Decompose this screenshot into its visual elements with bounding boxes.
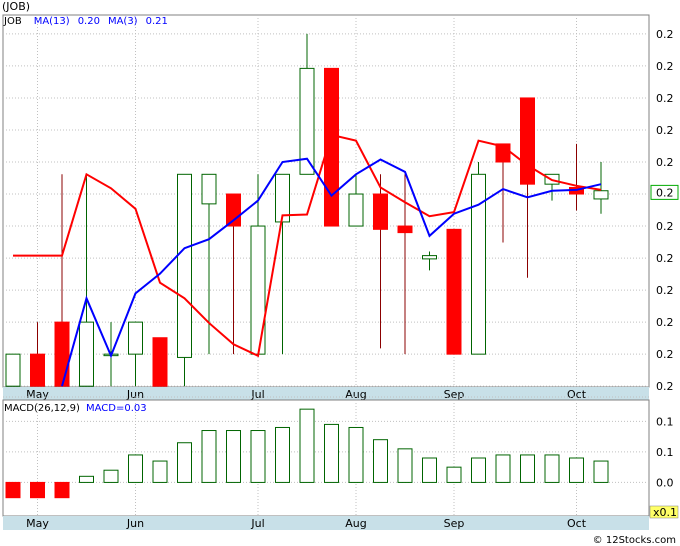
macd-title: MACD(26,12,9) [4, 403, 80, 414]
price-x-tick-label: Aug [345, 388, 366, 401]
macd-bar-positive [373, 439, 388, 483]
macd-bar-positive [495, 454, 511, 483]
legend-item: MA(13) [34, 16, 70, 27]
price-y-tick-label: 0.2 [656, 60, 674, 73]
price-x-tick-label: Jul [250, 388, 264, 401]
last-price-marker: 0.2 [650, 184, 679, 200]
price-y-tick-label: 0.2 [656, 28, 674, 41]
candle-up-body [177, 173, 192, 358]
candle-up-body [79, 321, 94, 387]
price-x-tick-label: Sep [444, 388, 465, 401]
macd-bar-positive [177, 442, 192, 483]
last-price-label: 0.2 [656, 186, 674, 199]
macd-x-tick-label: Jul [250, 517, 264, 530]
price-panel: 0.2 0.2 0.2 0.2 0.2 0.2 0.2 0.2 0.2 0.2 0.2 0.2 JOB… [2, 14, 679, 393]
macd-bar-negative [30, 481, 45, 499]
candle-up-body [422, 255, 437, 260]
stock-chart: (JOB) 0.20.20.20.20.20.20.20.20.20.20.20… [2, 0, 679, 546]
candle-down-body [373, 193, 388, 230]
candle-up-body [593, 190, 609, 200]
candle-down-body [324, 67, 339, 227]
macd-bar-positive [593, 460, 609, 483]
candle-down-body [54, 321, 70, 387]
price-x-tick-label: May [26, 388, 49, 401]
candle-down-body [446, 228, 462, 355]
legend-item: 0.20 [78, 16, 100, 27]
candle-down-body [152, 337, 168, 387]
macd-bar-negative [54, 481, 70, 499]
legend-item: MA(3) [108, 16, 138, 27]
macd-bar-positive [544, 454, 560, 483]
candle-up-body [128, 321, 143, 355]
macd-x-tick-label: Aug [345, 517, 366, 530]
candle-up-body [5, 353, 21, 387]
macd-bar-positive [250, 430, 266, 483]
candle-down-body [30, 353, 45, 387]
price-y-tick-label: 0.2 [656, 124, 674, 137]
macd-bar-positive [520, 454, 535, 483]
price-y-axis: 0.2 0.2 0.2 0.2 0.2 0.2 0.2 0.2 0.2 0.2 0.2 0.2 [656, 28, 674, 393]
price-y-tick-label: 0.2 [656, 220, 674, 233]
macd-bar-positive [446, 466, 462, 483]
price-x-tick-label: Jun [126, 388, 144, 401]
price-y-tick-label: 0.2 [656, 252, 674, 265]
ticker-title: (JOB) [2, 0, 30, 13]
macd-bar-positive [152, 460, 168, 483]
macd-y-tick-label: 0.0 [656, 476, 674, 489]
candle-up-body [348, 193, 364, 227]
candle-down-body [397, 225, 413, 234]
price-y-tick-label: 0.2 [656, 348, 674, 361]
macd-bar-positive [275, 426, 290, 483]
macd-y-tick-label: 0.1 [656, 446, 674, 459]
price-y-tick-label: 0.2 [656, 316, 674, 329]
macd-y-axis: 0.0 0.1 0.1 [656, 415, 674, 489]
macd-bar-positive [422, 457, 437, 483]
price-y-tick-label: 0.2 [656, 380, 674, 393]
copyright-text: © 12Stocks.com [593, 535, 676, 546]
macd-x-tick-label: Jun [126, 517, 144, 530]
price-x-axis-band [3, 387, 649, 400]
macd-bar-positive [128, 454, 143, 483]
candle-up-body [201, 173, 217, 205]
candle-down-body [520, 97, 535, 185]
price-y-tick-label: 0.2 [656, 156, 674, 169]
price-y-tick-label: 0.2 [656, 284, 674, 297]
macd-bar-positive [471, 457, 486, 483]
macd-bar-positive [201, 430, 217, 483]
legend-item: 0.21 [146, 16, 168, 27]
macd-bar-negative [5, 481, 21, 499]
macd-x-tick-label: Oct [567, 517, 587, 530]
legend-item: JOB [3, 16, 22, 27]
macd-bar-positive [569, 457, 584, 483]
macd-value-label: MACD=0.03 [86, 403, 147, 414]
candle-up-body [250, 225, 266, 355]
macd-bar-positive [226, 430, 241, 483]
macd-bar-positive [299, 408, 315, 483]
macd-x-tick-label: Sep [444, 517, 465, 530]
macd-bar-positive [397, 448, 413, 483]
macd-panel: 0.0 0.1 0.1 MACD(26,12,9) MACD=0.03 x0.1 [2, 396, 679, 519]
macd-x-tick-label: May [26, 517, 49, 530]
macd-bar-positive [348, 426, 364, 483]
macd-y-tick-label: 0.1 [656, 415, 674, 428]
macd-bar-positive [79, 475, 94, 483]
macd-bar-positive [103, 469, 119, 483]
macd-bar-positive [324, 423, 339, 483]
macd-scale-label: x0.1 [653, 506, 677, 519]
macd-x-axis-band [3, 516, 649, 530]
price-x-tick-label: Oct [567, 388, 587, 401]
price-y-tick-label: 0.2 [656, 92, 674, 105]
